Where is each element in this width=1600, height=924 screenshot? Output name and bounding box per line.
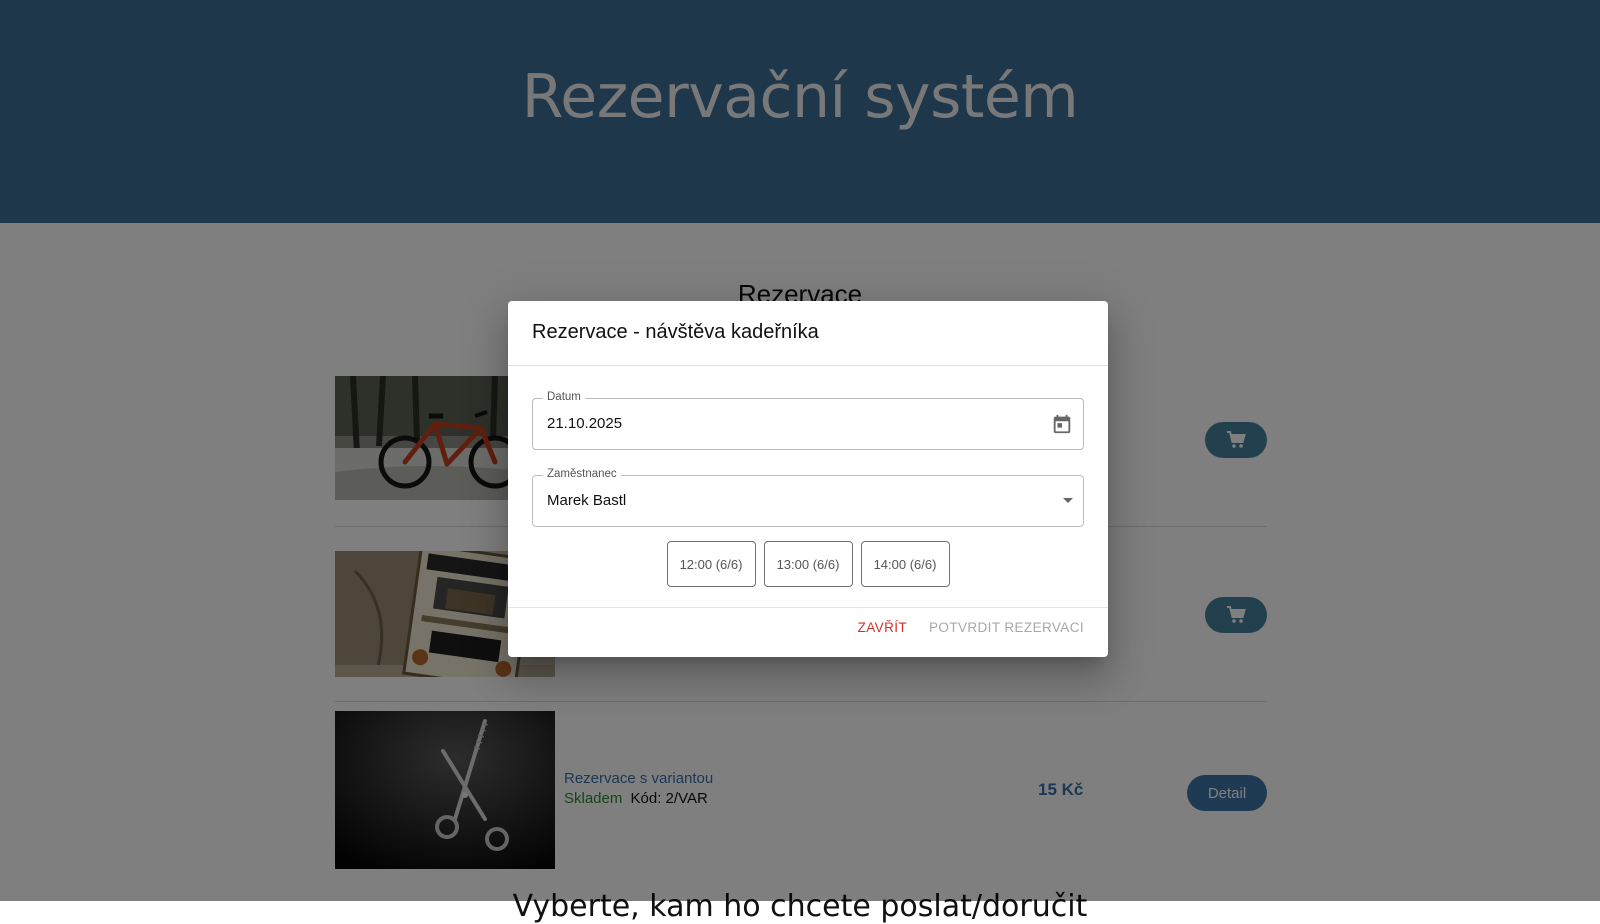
time-slots: 12:00 (6/6) 13:00 (6/6) 14:00 (6/6) — [508, 541, 1108, 587]
dialog-divider — [508, 365, 1108, 366]
time-slot-button[interactable]: 13:00 (6/6) — [763, 541, 853, 587]
dialog-actions: ZAVŘÍT POTVRDIT REZERVACI — [850, 614, 1092, 641]
calendar-icon[interactable] — [1051, 413, 1073, 435]
dialog-divider — [508, 607, 1108, 608]
chevron-down-icon — [1063, 498, 1073, 503]
employee-select[interactable]: Zaměstnanec Marek Bastl — [532, 468, 1084, 527]
date-field[interactable]: Datum — [532, 391, 1084, 450]
confirm-reservation-button[interactable]: POTVRDIT REZERVACI — [921, 614, 1092, 641]
close-button[interactable]: ZAVŘÍT — [850, 614, 915, 641]
employee-value: Marek Bastl — [547, 492, 627, 509]
time-slot-button[interactable]: 14:00 (6/6) — [860, 541, 950, 587]
dialog-title: Rezervace - návštěva kadeřníka — [532, 321, 819, 343]
date-input[interactable] — [547, 399, 1027, 449]
time-slot-button[interactable]: 12:00 (6/6) — [666, 541, 756, 587]
reservation-dialog: Rezervace - návštěva kadeřníka Datum Zam… — [508, 301, 1108, 657]
